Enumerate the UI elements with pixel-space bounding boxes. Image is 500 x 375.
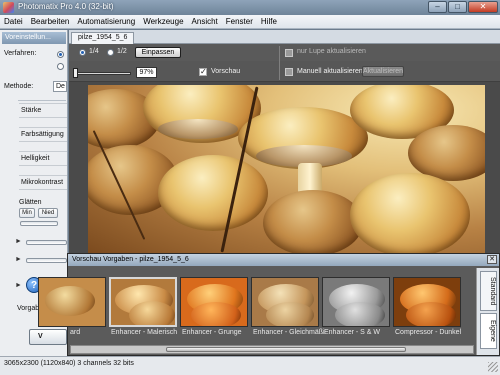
preset-thumbnail[interactable]: [393, 277, 461, 327]
menu-automatisierung[interactable]: Automatisierung: [73, 15, 139, 28]
mushroom-photo: [88, 85, 485, 254]
preset-thumbnails: ard Enhancer - Malerisch Enhancer - Grun…: [38, 269, 470, 344]
document-tab[interactable]: pilze_1954_5_6: [71, 32, 135, 44]
presets-close-button[interactable]: ✕: [487, 255, 497, 264]
presets-side-tabs: Standard Eigene: [476, 268, 499, 355]
farbsaettigung-slider[interactable]: Farbsättigung: [19, 127, 67, 142]
verfahren-radio-2[interactable]: [57, 63, 64, 70]
tab-eigene[interactable]: Eigene: [480, 313, 497, 349]
zoom-value[interactable]: 97%: [136, 67, 157, 78]
option-slider-2[interactable]: [26, 258, 67, 263]
presets-preview-window: Vorschau Vorgaben - pilze_1954_5_6 ✕ ard…: [38, 253, 500, 356]
presets-scrollbar[interactable]: [70, 345, 474, 354]
verfahren-label: Verfahren:: [4, 50, 37, 57]
preset-label: Enhancer - S & W: [324, 329, 381, 336]
manual-update-label: Manuell aktualisieren:: [297, 68, 365, 75]
zoom-quarter-label: 1/4: [89, 48, 99, 55]
panel-title: Voreinstellun...: [2, 32, 66, 44]
status-text: 3065x2300 (1120x840) 3 channels 32 bits: [4, 360, 134, 367]
preview-checkbox[interactable]: [199, 67, 207, 76]
methode-label: Methode:: [4, 83, 34, 90]
window-controls: – □ ✕: [428, 1, 498, 13]
helligkeit-slider[interactable]: Helligkeit: [19, 151, 67, 166]
mushroom-cap: [263, 190, 363, 254]
expand-arrow-icon[interactable]: ►: [15, 282, 22, 289]
zoom-half-label: 1/2: [117, 48, 127, 55]
preset-label: Enhancer - Gleichmäßi: [253, 329, 325, 336]
preset-thumbnail[interactable]: [322, 277, 390, 327]
glaetten-min-button[interactable]: Min: [19, 208, 35, 218]
app-icon: [3, 2, 14, 13]
preset-thumbnail[interactable]: [180, 277, 248, 327]
menu-ansicht[interactable]: Ansicht: [188, 15, 222, 28]
preset-thumbnail[interactable]: [38, 277, 106, 327]
view-toolbar: 1/4 1/2 Einpassen nur Lupe aktualisieren: [69, 44, 500, 61]
methode-dropdown[interactable]: De: [53, 81, 67, 92]
option-slider-1[interactable]: [26, 240, 67, 245]
preview-label: Vorschau: [211, 68, 241, 75]
resize-grip-icon[interactable]: [488, 362, 498, 372]
staerke-slider[interactable]: Stärke: [19, 103, 67, 118]
preset-thumbnail[interactable]: [251, 277, 319, 327]
menu-hilfe[interactable]: Hilfe: [257, 15, 281, 28]
document-tab-strip: pilze_1954_5_6: [69, 30, 500, 44]
zoom-slider-handle[interactable]: [73, 68, 78, 78]
tab-standard[interactable]: Standard: [480, 271, 497, 311]
close-button[interactable]: ✕: [468, 1, 498, 13]
menu-bearbeiten[interactable]: Bearbeiten: [27, 15, 74, 28]
presets-window-title: Vorschau Vorgaben - pilze_1954_5_6: [68, 254, 499, 266]
toolbar-divider: [279, 46, 280, 80]
menu-bar: Datei Bearbeiten Automatisierung Werkzeu…: [0, 15, 500, 29]
glaetten-slider[interactable]: [20, 221, 58, 226]
zoom-half-radio[interactable]: [107, 49, 114, 56]
expand-arrow-icon[interactable]: ►: [15, 256, 22, 263]
title-bar: Photomatix Pro 4.0 (32-bit) – □ ✕: [0, 0, 500, 15]
menu-fenster[interactable]: Fenster: [222, 15, 257, 28]
mikrokontrast-slider[interactable]: Mikrokontrast: [19, 175, 67, 190]
maximize-button[interactable]: □: [448, 1, 467, 13]
loupe-only-label: nur Lupe aktualisieren: [297, 48, 366, 55]
glaetten-nied-button[interactable]: Nied: [38, 208, 58, 218]
window-title: Photomatix Pro 4.0 (32-bit): [18, 2, 114, 11]
expand-arrow-icon[interactable]: ►: [15, 238, 22, 245]
zoom-slider[interactable]: [76, 72, 131, 75]
verfahren-radio-1[interactable]: [57, 51, 64, 58]
zoom-quarter-radio[interactable]: [79, 49, 86, 56]
fit-button[interactable]: Einpassen: [135, 47, 181, 58]
update-button[interactable]: Aktualisieren: [362, 66, 404, 77]
scrollbar-thumb[interactable]: [166, 347, 406, 352]
preset-label: Enhancer - Grunge: [182, 329, 242, 336]
preset-label: ard: [70, 329, 81, 336]
manual-update-checkbox[interactable]: [285, 68, 293, 76]
preset-thumbnail-selected[interactable]: [109, 277, 177, 327]
loupe-only-checkbox[interactable]: [285, 49, 293, 57]
process-button[interactable]: V: [29, 329, 67, 345]
mushroom-cap: [350, 173, 470, 254]
divider: [18, 100, 66, 101]
preset-label: Compressor - Dunkel: [395, 329, 462, 336]
menu-werkzeuge[interactable]: Werkzeuge: [139, 15, 187, 28]
mushroom-gills: [158, 119, 238, 139]
image-preview[interactable]: [69, 82, 500, 254]
status-bar: 3065x2300 (1120x840) 3 channels 32 bits: [0, 356, 500, 375]
preset-label: Enhancer - Malerisch: [111, 329, 178, 336]
minimize-button[interactable]: –: [428, 1, 447, 13]
menu-datei[interactable]: Datei: [0, 15, 27, 28]
mushroom-cap: [158, 155, 268, 231]
glaetten-label: Glätten: [19, 199, 42, 206]
